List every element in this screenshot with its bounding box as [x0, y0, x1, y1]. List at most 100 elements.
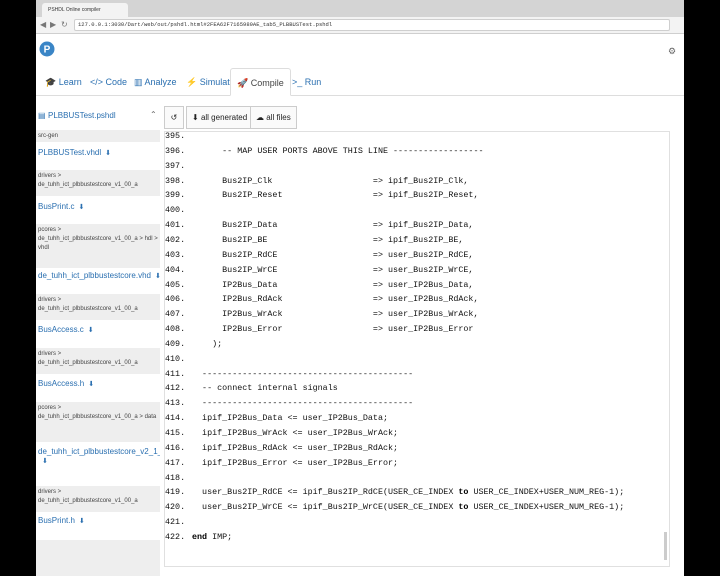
code-text: ipif_IP2Bus_Error <= user_IP2Bus_Error;: [192, 457, 399, 468]
sidebar-file-link[interactable]: BusAccess.h ⬇: [38, 379, 94, 388]
download-icon[interactable]: ⬇: [155, 273, 160, 280]
group-path: pcores > de_tuhh_ict_plbbustestcore_v1_0…: [36, 224, 160, 268]
download-icon[interactable]: ⬇: [105, 150, 111, 157]
code-text: -- MAP USER PORTS ABOVE THIS LINE ------…: [192, 145, 484, 156]
code-text: Bus2IP_Data => ipif_Bus2IP_Data,: [192, 220, 474, 231]
cloud-download-icon: ☁: [256, 113, 264, 122]
graduation-icon: 🎓: [45, 77, 57, 87]
line-number: 395.: [165, 131, 186, 141]
tab-compile[interactable]: 🚀 Compile: [230, 68, 291, 96]
code-text: Bus2IP_RdCE => user_Bus2IP_RdCE,: [192, 249, 474, 260]
line-number: 398.: [165, 175, 186, 186]
line-number: 420.: [165, 502, 186, 513]
tab-learn[interactable]: 🎓 Learn: [39, 68, 88, 96]
lightning-icon: ⚡: [186, 77, 198, 87]
file-link-text[interactable]: BusPrint.h: [38, 516, 75, 525]
download-icon[interactable]: ⬇: [88, 327, 94, 334]
tab-code[interactable]: </> Code: [84, 68, 133, 96]
file-link-text[interactable]: de_tuhh_ict_plbbustestcore.vhd: [38, 271, 151, 280]
download-all-files-button[interactable]: ☁ all files: [250, 106, 297, 129]
line-number: 416.: [165, 442, 186, 453]
download-icon[interactable]: ⬇: [78, 204, 84, 211]
line-number: 406.: [165, 294, 186, 305]
code-text: IP2Bus_WrAck => user_IP2Bus_WrAck,: [192, 309, 479, 320]
reload-icon[interactable]: ↻: [61, 20, 68, 30]
file-link-text[interactable]: PLBBUSTest.vhdl: [38, 148, 101, 157]
line-number: 408.: [165, 324, 186, 335]
sidebar-file-link[interactable]: BusAccess.c ⬇: [38, 325, 94, 334]
code-text: ipif_IP2Bus_RdAck <= user_IP2Bus_RdAck;: [192, 442, 399, 453]
file-link-text[interactable]: de_tuhh_ict_plbbustestcore_v2_1_0.m: [38, 447, 160, 456]
app-nav-tabs: 🎓 Learn </> Code ▥ Analyze ⚡ Simulate 🚀 …: [36, 68, 684, 96]
download-icon[interactable]: ⬇: [79, 518, 85, 525]
code-text: user_Bus2IP_WrCE <= ipif_Bus2IP_WrCE(USE…: [192, 502, 625, 513]
back-icon[interactable]: ◀: [40, 20, 46, 30]
sidebar-file-link[interactable]: BusPrint.c ⬇: [38, 202, 84, 211]
tab-label: Compile: [250, 78, 284, 88]
line-number: 399.: [165, 190, 186, 201]
file-link-text[interactable]: BusAccess.c: [38, 325, 84, 334]
code-text: ----------------------------------------…: [192, 398, 414, 409]
svg-text:P: P: [44, 45, 51, 56]
group-path: src-gen: [36, 130, 160, 142]
settings-icon[interactable]: ⚙: [668, 46, 676, 57]
code-text: );: [192, 338, 223, 349]
line-number: 402.: [165, 234, 186, 245]
group-path: drivers > de_tuhh_ict_plbbustestcore_v1_…: [36, 486, 160, 512]
browser-window: PSHDL Online compiler ◀ ▶ ↻ 127.0.0.1:30…: [36, 0, 684, 576]
line-number: 414.: [165, 413, 186, 424]
code-text: user_Bus2IP_RdCE <= ipif_Bus2IP_RdCE(USE…: [192, 487, 625, 498]
line-number: 413.: [165, 398, 186, 409]
file-link-text[interactable]: BusPrint.c: [38, 202, 74, 211]
group-path-partial: [36, 540, 160, 576]
code-text: -- connect internal signals: [192, 383, 338, 394]
file-icon: ▤: [38, 111, 46, 120]
code-text: IP2Bus_RdAck => user_IP2Bus_RdAck,: [192, 294, 479, 305]
line-number: 418.: [165, 472, 186, 483]
rocket-icon: 🚀: [237, 78, 249, 88]
code-text: IP2Bus_Error => user_IP2Bus_Error: [192, 324, 474, 335]
code-text: IP2Bus_Data => user_IP2Bus_Data,: [192, 279, 474, 290]
pshdl-logo-icon: P: [39, 41, 55, 57]
download-icon[interactable]: ⬇: [88, 381, 94, 388]
scrollbar[interactable]: [664, 532, 667, 560]
sidebar-file-link[interactable]: de_tuhh_ict_plbbustestcore.vhd ⬇: [38, 271, 160, 280]
line-number: 415.: [165, 428, 186, 438]
download-icon[interactable]: ⬇: [42, 458, 48, 465]
file-link-text[interactable]: BusAccess.h: [38, 379, 84, 388]
browser-tab[interactable]: PSHDL Online compiler: [42, 3, 128, 17]
sidebar-file-link[interactable]: BusPrint.h ⬇: [38, 516, 85, 525]
code-text: ipif_IP2Bus_WrAck <= user_IP2Bus_WrAck;: [192, 428, 399, 438]
group-path: drivers > de_tuhh_ict_plbbustestcore_v1_…: [36, 294, 160, 320]
sidebar-file-link[interactable]: PLBBUSTest.vhdl ⬇: [38, 148, 111, 157]
code-text: Bus2IP_BE => ipif_Bus2IP_BE,: [192, 234, 464, 245]
tab-analyze[interactable]: ▥ Analyze: [128, 68, 183, 96]
line-number: 396.: [165, 145, 186, 156]
code-text: end IMP;: [192, 531, 233, 542]
chart-icon: ▥: [134, 77, 143, 87]
tab-label: Run: [304, 77, 322, 87]
code-viewer[interactable]: 395. 396. -- MAP USER PORTS ABOVE THIS LI…: [164, 131, 670, 567]
sidebar-file-link[interactable]: de_tuhh_ict_plbbustestcore_v2_1_0.m ⬇: [38, 447, 160, 465]
line-number: 401.: [165, 220, 186, 231]
file-sidebar: ▤ PLBBUSTest.pshdl ⌃ src-gen PLBBUSTest.…: [36, 104, 160, 576]
code-icon: </>: [90, 77, 104, 87]
line-number: 419.: [165, 487, 186, 498]
tab-run[interactable]: >_ Run: [286, 68, 327, 96]
forward-icon[interactable]: ▶: [50, 20, 56, 30]
line-number: 412.: [165, 383, 186, 394]
refresh-button[interactable]: ↺: [164, 106, 184, 129]
code-text: ----------------------------------------…: [192, 368, 414, 379]
chevron-up-icon[interactable]: ⌃: [150, 110, 157, 119]
line-number: 422.: [165, 531, 186, 542]
line-number: 409.: [165, 338, 186, 349]
source-file-name[interactable]: PLBBUSTest.pshdl: [48, 111, 116, 120]
sidebar-header[interactable]: ▤ PLBBUSTest.pshdl ⌃: [36, 104, 160, 128]
line-number: 397.: [165, 160, 186, 171]
url-input[interactable]: 127.0.0.1:3030/Dart/web/out/pshdl.html#2…: [74, 19, 670, 31]
button-label: all generated: [200, 113, 248, 122]
terminal-icon: >_: [292, 77, 303, 87]
line-number: 405.: [165, 279, 186, 290]
download-all-generated-button[interactable]: ⬇ all generated: [186, 106, 254, 129]
line-number: 403.: [165, 249, 186, 260]
